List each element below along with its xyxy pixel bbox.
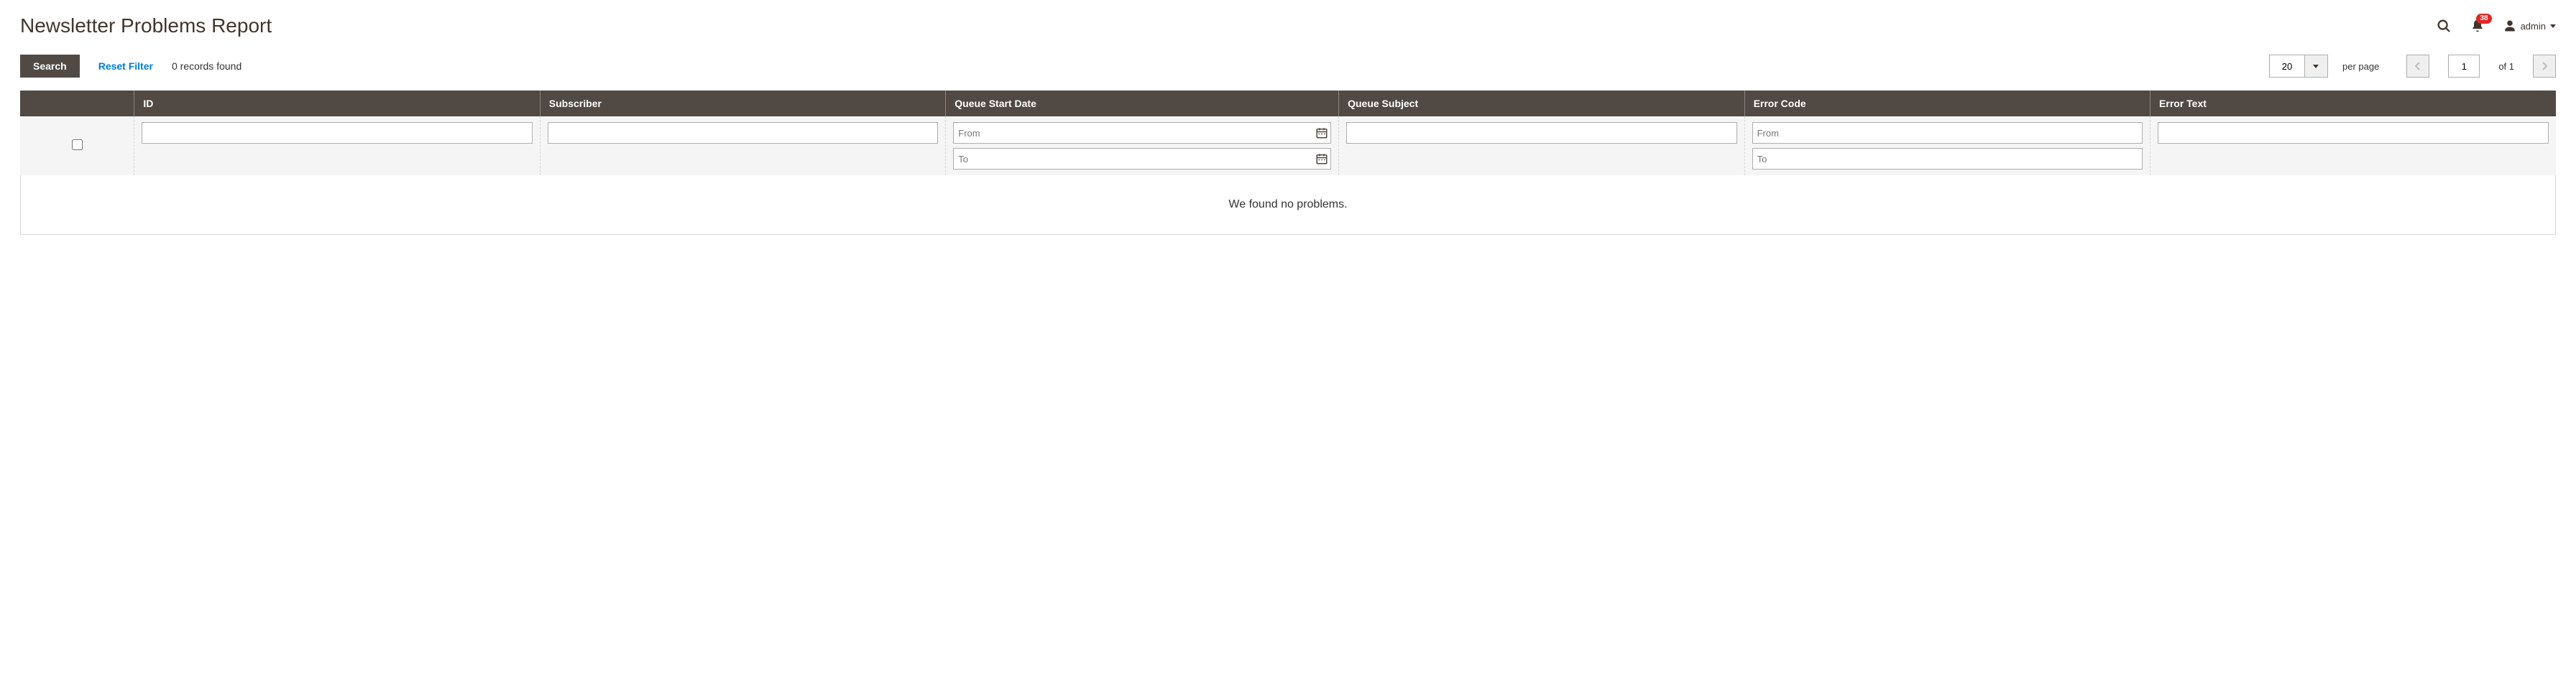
search-icon[interactable]: [2436, 18, 2452, 34]
filter-subscriber-input[interactable]: [548, 122, 938, 144]
notification-badge: 38: [2476, 14, 2491, 24]
column-header-checkbox: [20, 91, 134, 116]
select-all-checkbox[interactable]: [72, 139, 83, 150]
column-header-subscriber[interactable]: Subscriber: [540, 91, 945, 116]
column-header-id[interactable]: ID: [134, 91, 540, 116]
filter-id-input[interactable]: [142, 122, 532, 144]
page-size-dropdown[interactable]: [2305, 55, 2328, 78]
filter-queue-start-from[interactable]: [953, 122, 1331, 144]
column-header-error-text[interactable]: Error Text: [2150, 91, 2556, 116]
page-size-input[interactable]: [2269, 55, 2305, 78]
records-found-label: 0 records found: [172, 60, 242, 72]
prev-page-button[interactable]: [2406, 55, 2429, 78]
reset-filter-link[interactable]: Reset Filter: [98, 60, 153, 72]
user-menu[interactable]: admin: [2503, 19, 2556, 32]
current-page-input[interactable]: [2448, 55, 2480, 78]
column-header-queue-subject[interactable]: Queue Subject: [1339, 91, 1744, 116]
calendar-icon[interactable]: [1315, 126, 1328, 139]
notifications-icon[interactable]: 38: [2470, 18, 2485, 34]
filter-queue-start-to[interactable]: [953, 148, 1331, 170]
filter-error-code-to[interactable]: [1752, 148, 2143, 170]
total-pages-label: of 1: [2498, 61, 2514, 72]
column-header-queue-start[interactable]: Queue Start Date: [946, 91, 1339, 116]
filter-error-text-input[interactable]: [2158, 122, 2549, 144]
next-page-button[interactable]: [2533, 55, 2556, 78]
filter-queue-subject-input[interactable]: [1346, 122, 1736, 144]
per-page-label: per page: [2342, 61, 2379, 72]
calendar-icon[interactable]: [1315, 152, 1328, 165]
empty-message: We found no problems.: [20, 175, 2556, 235]
chevron-down-icon: [2313, 65, 2319, 68]
chevron-down-icon: [2550, 24, 2556, 28]
column-header-error-code[interactable]: Error Code: [1744, 91, 2150, 116]
page-title: Newsletter Problems Report: [20, 14, 272, 37]
search-button[interactable]: Search: [20, 55, 80, 78]
filter-error-code-from[interactable]: [1752, 122, 2143, 144]
username-label: admin: [2521, 21, 2546, 32]
